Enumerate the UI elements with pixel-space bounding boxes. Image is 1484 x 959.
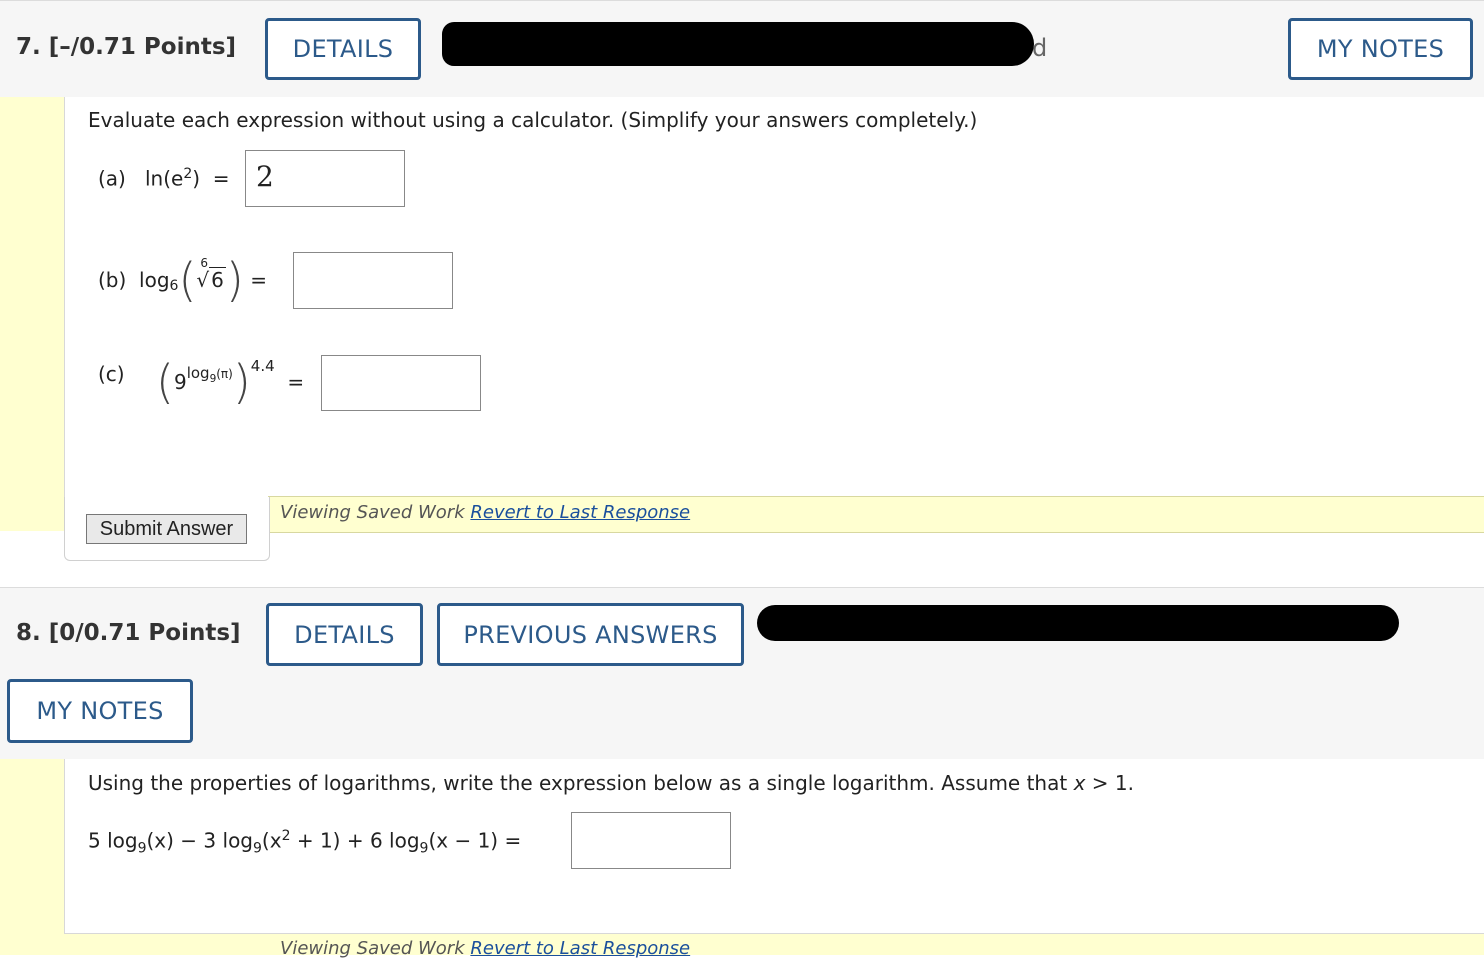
part-a-label: (a) [98, 166, 126, 191]
q8-instructions-pre: Using the properties of logarithms, writ… [88, 771, 1074, 795]
part-c-base: 9 [173, 370, 187, 394]
expr-equals: = [498, 828, 522, 853]
q8-expression: 5 log9(x) − 3 log9(x2 + 1) + 6 log9(x − … [88, 828, 521, 857]
part-c-func: log [186, 363, 210, 382]
q7-details-button[interactable]: DETAILS [265, 18, 421, 80]
part-b-label: (b) [98, 268, 127, 292]
part-a-equals: = [212, 166, 230, 191]
q7-my-notes-button[interactable]: MY NOTES [1288, 18, 1473, 80]
q8-viewing-text: Viewing Saved Work [280, 938, 465, 959]
part-a-arg-exp: 2 [183, 166, 193, 182]
part-b-base: 6 [169, 278, 179, 294]
q7-part-a: (a) ln(e2) = [98, 166, 230, 191]
q7-part-b: (b) log 6 ( 6 √ 6 ) = [98, 253, 267, 307]
q8-my-notes-button[interactable]: MY NOTES [7, 679, 193, 743]
q7-answer-a-input[interactable]: 2 [245, 150, 405, 207]
expr-term1-base: 9 [137, 840, 147, 857]
q7-answer-c-input[interactable] [321, 355, 481, 411]
expr-term2: − 3 log [173, 828, 253, 853]
part-c-log-arg: (π) [216, 366, 233, 381]
part-a-func: ln [144, 166, 164, 191]
q7-viewing-saved-work: Viewing Saved Work Revert to Last Respon… [280, 502, 690, 523]
q7-revert-link[interactable]: Revert to Last Response [470, 502, 690, 523]
q7-header-visible-text: d [1032, 34, 1048, 62]
expr-term1: 5 log [88, 828, 138, 853]
q7-instructions: Evaluate each expression without using a… [88, 108, 978, 132]
part-b-equals: = [250, 268, 267, 292]
expr-term1-arg: (x) [146, 828, 174, 853]
part-b-func: log [139, 268, 170, 292]
part-b-root-index: 6 [200, 256, 209, 270]
q7-left-margin [0, 97, 64, 531]
q8-title: 8. [0/0.71 Points] [16, 620, 241, 646]
q8-answer-input[interactable] [571, 812, 731, 869]
q8-left-margin [0, 759, 64, 955]
expr-term2-arg-a: (x [261, 828, 282, 853]
q8-instructions: Using the properties of logarithms, writ… [88, 771, 1134, 795]
q7-submit-answer-button[interactable]: Submit Answer [86, 514, 247, 544]
q8-instructions-var: x [1073, 771, 1086, 795]
q8-viewing-saved-work: Viewing Saved Work Revert to Last Respon… [280, 938, 690, 959]
part-b-radicand: 6 [209, 267, 226, 292]
redaction-bar [757, 605, 1399, 641]
part-c-outer-exp: 4.4 [250, 357, 275, 375]
q8-revert-link[interactable]: Revert to Last Response [470, 938, 690, 959]
expr-term3-arg: (x − 1) [428, 828, 499, 853]
q8-previous-answers-button[interactable]: PREVIOUS ANSWERS [437, 603, 744, 666]
part-a-arg-base: e [171, 166, 184, 191]
expr-term3: + 6 log [340, 828, 420, 853]
q8-saved-work-bar [64, 934, 1484, 955]
redaction-bar [442, 22, 1034, 66]
q7-title: 7. [–/0.71 Points] [16, 34, 237, 60]
q7-part-c: ( 9 log9(π) ) 4.4 = [156, 355, 305, 409]
expr-term2-arg-b: + 1) [290, 828, 341, 853]
q7-answer-a-value: 2 [256, 160, 274, 193]
q7-viewing-text: Viewing Saved Work [280, 502, 465, 523]
q7-part-c-label: (c) [98, 362, 125, 386]
q8-details-button[interactable]: DETAILS [266, 603, 423, 666]
expr-term2-base: 9 [253, 840, 262, 857]
q7-answer-b-input[interactable] [293, 252, 453, 309]
part-b-radical: 6 √ 6 [196, 256, 226, 292]
q8-instructions-post: > 1. [1085, 771, 1134, 795]
part-c-equals: = [287, 370, 305, 394]
